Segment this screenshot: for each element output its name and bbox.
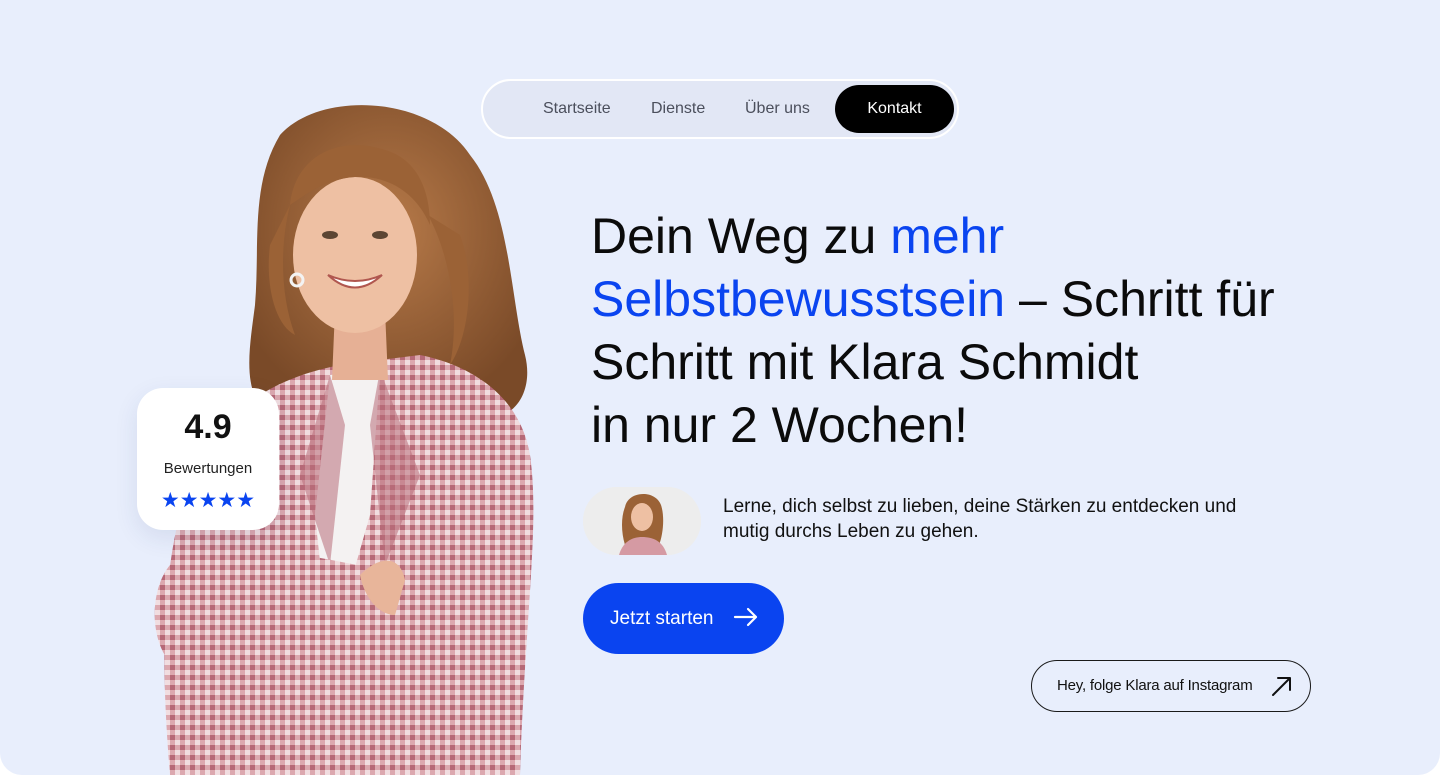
start-button[interactable]: Jetzt starten	[583, 583, 784, 654]
hero-page: Startseite Dienste Über uns Kontakt 4.9 …	[0, 0, 1440, 775]
rating-label: Bewertungen	[163, 460, 253, 477]
instagram-link-label: Hey, folge Klara auf Instagram	[1057, 677, 1253, 694]
instagram-link[interactable]: Hey, folge Klara auf Instagram	[1031, 660, 1311, 712]
arrow-up-right-icon	[1272, 677, 1291, 696]
hero-subtext: Lerne, dich selbst zu lieben, deine Stär…	[723, 496, 1237, 542]
nav-kontakt-button[interactable]: Kontakt	[835, 85, 954, 133]
nav-item-dienste[interactable]: Dienste	[651, 100, 705, 118]
arrow-right-icon	[733, 607, 758, 627]
hero-headline: Dein Weg zu mehr Selbstbewusstsein – Sch…	[591, 205, 1351, 457]
headline-line-4: in nur 2 Wochen!	[591, 397, 969, 453]
coach-avatar	[583, 487, 701, 555]
rating-card: 4.9 Bewertungen ★★★★★	[137, 388, 279, 530]
headline-part-1: Dein Weg zu	[591, 208, 891, 264]
rating-value: 4.9	[184, 408, 232, 446]
nav-item-ueber-uns[interactable]: Über uns	[745, 100, 810, 118]
start-button-label: Jetzt starten	[610, 607, 714, 629]
rating-stars-icon: ★★★★★	[160, 489, 256, 512]
